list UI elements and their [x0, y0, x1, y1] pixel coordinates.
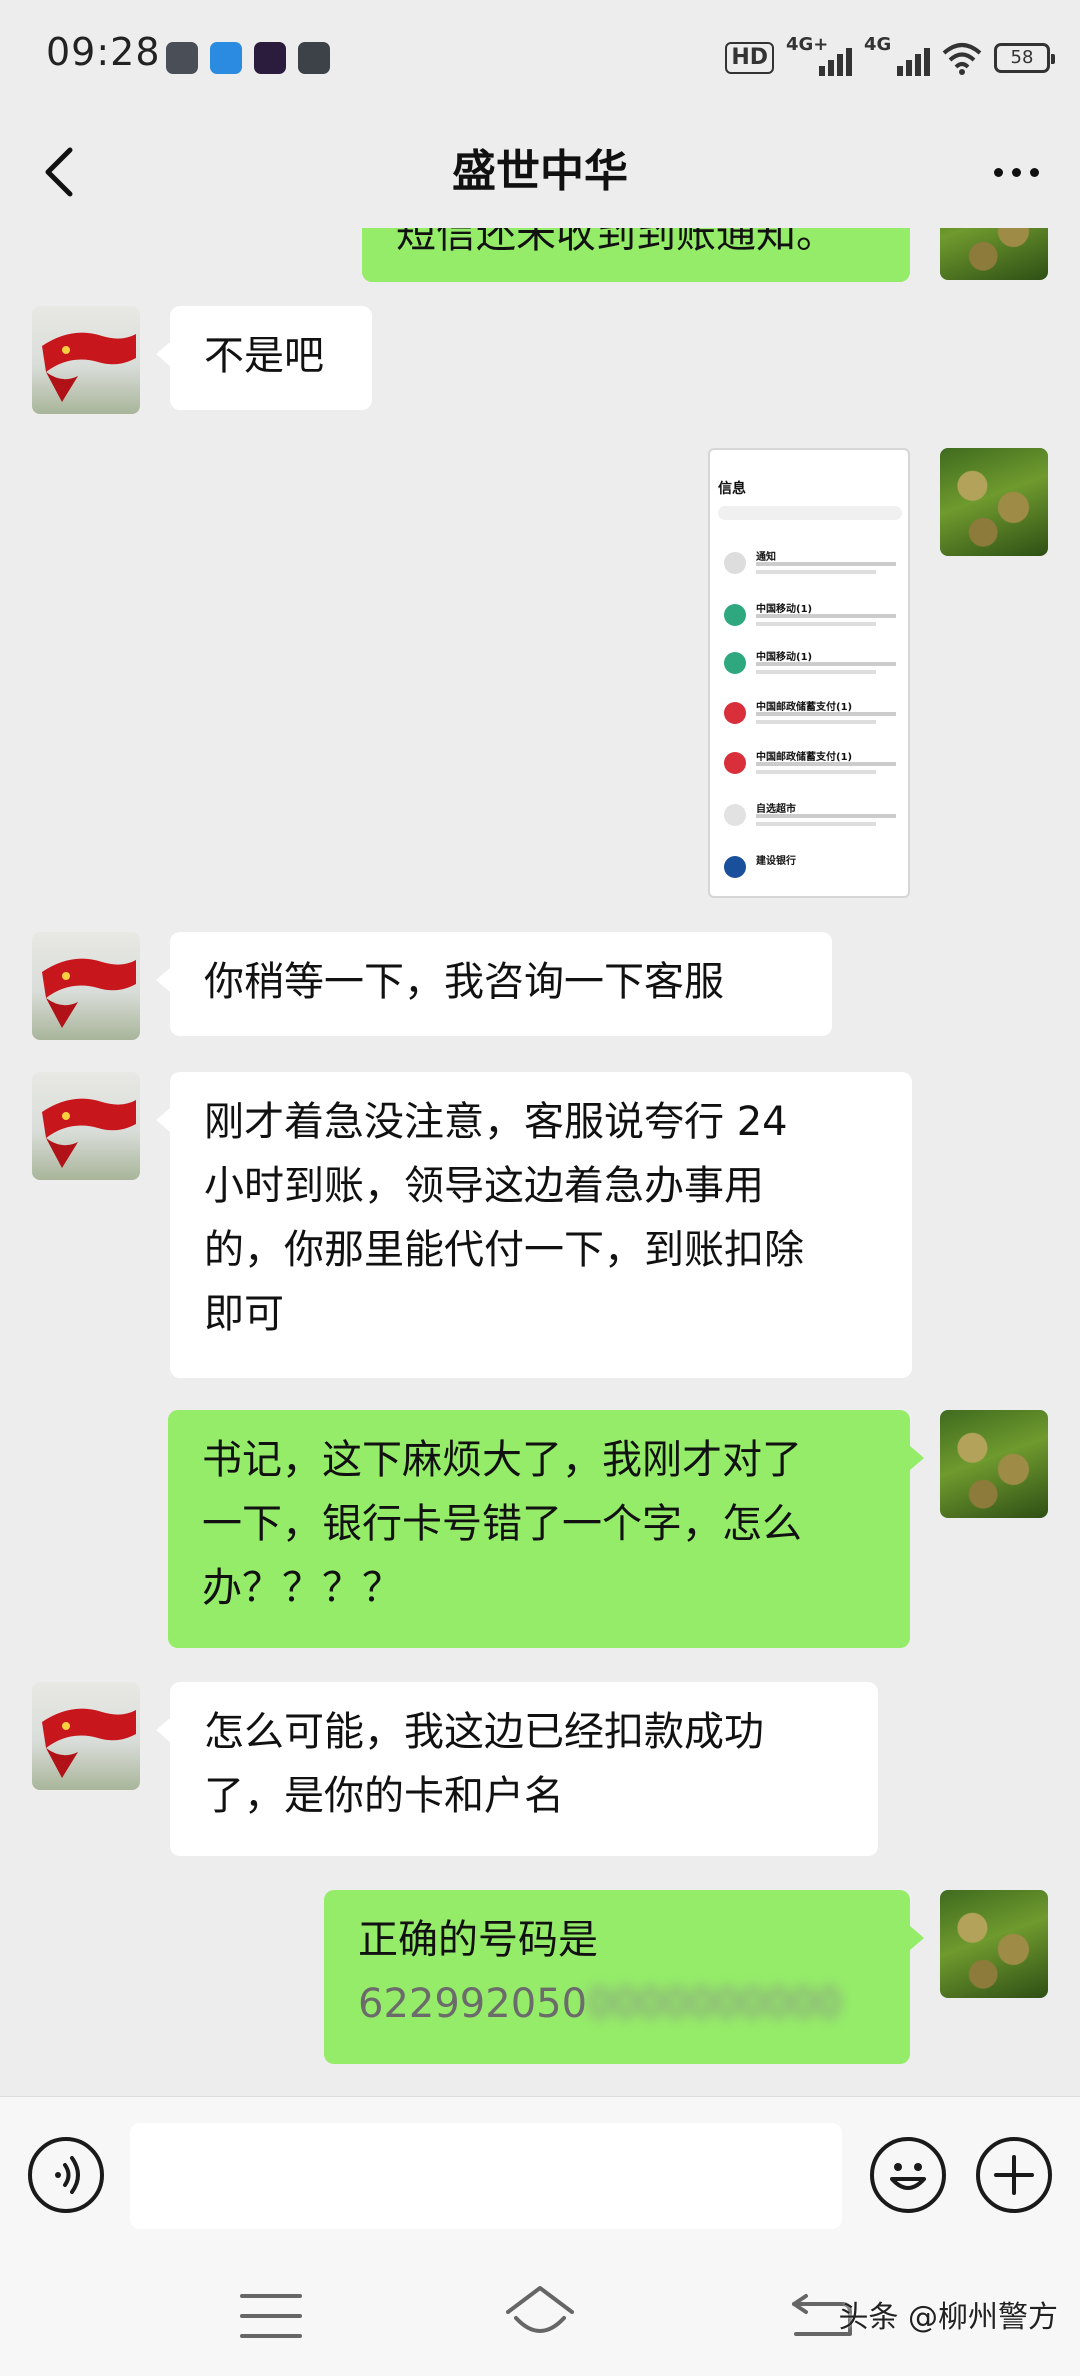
message-text-line: 办？？？？ [202, 1565, 402, 1611]
message-incoming[interactable]: 刚才着急没注意，客服说夸行 24 小时到账，领导这边着急办事用 的，你那里能代付… [156, 1072, 912, 1378]
message-text-line: 刚才着急没注意，客服说夸行 24 [204, 1099, 788, 1145]
message-text: 你稍等一下，我咨询一下客服 [204, 959, 724, 1005]
chat-title: 盛世中华 [452, 146, 628, 197]
avatar-contact[interactable] [32, 306, 140, 414]
screenshot-row: 中国移动(1) [718, 598, 904, 638]
chat-messages[interactable]: 短信还未收到到账通知。 不是吧 信息 通知 中国移动(1) 中国移动(1) 中国… [0, 228, 1080, 2096]
avatar-self[interactable] [940, 1890, 1048, 1998]
screenshot-row: 建设银行 [718, 850, 904, 890]
flag-image [42, 1708, 136, 1778]
message-text: 短信还未收到到账通知。 [396, 228, 836, 257]
flag-image [42, 332, 136, 402]
input-bar [0, 2096, 1080, 2252]
avatar-contact[interactable] [32, 1072, 140, 1180]
message-text-line: 一下，银行卡号错了一个字，怎么 [202, 1501, 802, 1547]
account-number-visible: 622992050 [358, 1981, 588, 2027]
avatar-self[interactable] [940, 228, 1048, 280]
app-notification-icon [166, 42, 198, 74]
signal-icon: 4G+ [786, 34, 852, 78]
flag-image [42, 958, 136, 1028]
app-notification-icon [210, 42, 242, 74]
screenshot-row: 中国邮政储蓄支付(1) [718, 696, 904, 736]
screenshot-row: 自选超市 [718, 798, 904, 838]
app-notification-icon [298, 42, 330, 74]
flag-image [42, 1098, 136, 1168]
message-outgoing[interactable]: 短信还未收到到账通知。 [362, 228, 910, 282]
message-input[interactable] [130, 2123, 842, 2229]
message-text-line: 的，你那里能代付一下，到账扣除 [204, 1227, 804, 1273]
message-text-line: 正确的号码是 [358, 1917, 598, 1963]
title-bar: 盛世中华 [0, 120, 1080, 228]
avatar-self[interactable] [940, 448, 1048, 556]
signal-icon: 4G [864, 34, 930, 78]
message-outgoing[interactable]: 书记，这下麻烦大了，我刚才对了 一下，银行卡号错了一个字，怎么 办？？？？ [168, 1410, 924, 1648]
message-text-line: 即可 [204, 1291, 284, 1337]
message-outgoing[interactable]: 正确的号码是 6229920500000000000 [324, 1890, 924, 2064]
status-indicators: HD 4G+ 4G 58 [725, 34, 1055, 80]
screenshot-row: 通知 [718, 546, 904, 586]
status-time: 09:28 [46, 30, 161, 74]
wifi-icon [942, 43, 982, 75]
screenshot-title: 信息 [718, 481, 746, 497]
message-image[interactable]: 信息 通知 中国移动(1) 中国移动(1) 中国邮政储蓄支付(1) 中国邮政储蓄… [708, 448, 910, 898]
watermark: 头条 @柳州警方 [838, 2300, 1058, 2335]
screenshot-row: 中国移动(1) [718, 646, 904, 686]
emoji-icon[interactable] [870, 2137, 946, 2213]
voice-icon[interactable] [28, 2137, 104, 2213]
account-number-blurred: 0000000000 [587, 1981, 842, 2027]
message-text-line: 书记，这下麻烦大了，我刚才对了 [202, 1437, 802, 1483]
message-text: 不是吧 [204, 333, 324, 379]
message-text-line: 了，是你的卡和户名 [204, 1773, 564, 1819]
network-type-label: 4G [864, 34, 892, 55]
avatar-self[interactable] [940, 1410, 1048, 1518]
message-text-line: 怎么可能，我这边已经扣款成功 [204, 1709, 764, 1755]
screenshot-search [718, 506, 902, 520]
message-incoming[interactable]: 你稍等一下，我咨询一下客服 [156, 932, 832, 1036]
status-bar: 09:28 HD 4G+ 4G 58 [0, 0, 1080, 120]
message-incoming[interactable]: 怎么可能，我这边已经扣款成功 了，是你的卡和户名 [156, 1682, 878, 1856]
system-nav-bar: 头条 @柳州警方 [0, 2252, 1080, 2376]
home-icon[interactable] [500, 2282, 580, 2346]
menu-icon[interactable] [236, 2290, 306, 2342]
app-notification-icon [254, 42, 286, 74]
battery-icon: 58 [994, 43, 1055, 73]
message-text-line: 小时到账，领导这边着急办事用 [204, 1163, 764, 1209]
more-icon[interactable] [980, 140, 1052, 204]
hd-voice-icon: HD [725, 42, 774, 74]
avatar-contact[interactable] [32, 1682, 140, 1790]
account-number: 6229920500000000000 [358, 1972, 876, 2036]
plus-icon[interactable] [976, 2137, 1052, 2213]
screenshot-row: 中国邮政储蓄支付(1) [718, 746, 904, 786]
message-incoming[interactable]: 不是吧 [156, 306, 372, 410]
avatar-contact[interactable] [32, 932, 140, 1040]
